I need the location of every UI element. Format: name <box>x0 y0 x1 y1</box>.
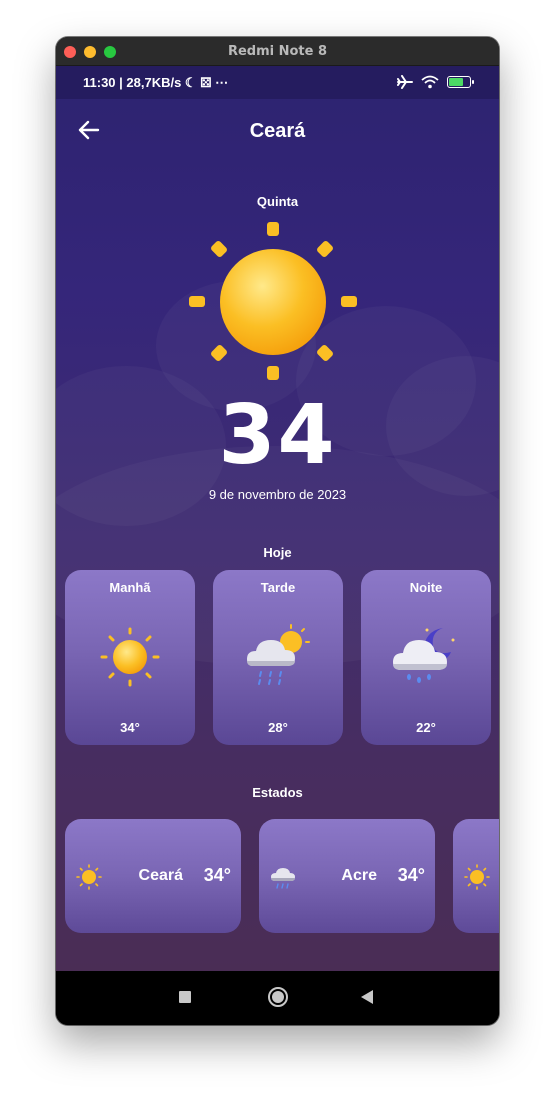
state-card-ceara[interactable]: Ceará 34° <box>65 819 241 933</box>
window-title: Redmi Note 8 <box>227 44 328 59</box>
period-card-afternoon[interactable]: Tarde 28° <box>213 570 343 745</box>
state-temperature: 34° <box>203 865 231 885</box>
wifi-icon <box>421 75 439 89</box>
state-temperature: 34° <box>397 865 425 885</box>
sun-icon <box>464 864 490 890</box>
day-of-week: Quinta <box>256 194 299 209</box>
home-circle-icon[interactable] <box>268 987 288 1007</box>
state-name: Ceará <box>138 867 183 884</box>
sun-cloud-rain-icon <box>247 624 310 685</box>
recents-square-icon[interactable] <box>179 991 191 1003</box>
states-section-title: Estados <box>252 785 303 800</box>
period-name: Manhã <box>109 580 151 595</box>
period-temperature: 22° <box>416 720 436 735</box>
app-screen: 11:30 | 28,7KB/s ☾ ⚄ ⋯ Ceará Quinta 34 9… <box>56 66 499 971</box>
status-icons <box>397 75 474 89</box>
battery-charging-icon <box>447 76 474 88</box>
period-name: Tarde <box>260 580 296 595</box>
period-name: Noite <box>409 580 443 595</box>
status-bar: 11:30 | 28,7KB/s ☾ ⚄ ⋯ <box>56 66 499 99</box>
device-window: Redmi Note 8 11:30 | 28,7KB/s ☾ ⚄ ⋯ Cear… <box>56 37 499 1025</box>
period-temperature: 34° <box>120 720 140 735</box>
airplane-icon <box>397 75 413 89</box>
period-card-night[interactable]: Noite 22° <box>361 570 491 745</box>
sun-icon <box>100 627 160 687</box>
android-navigation-bar <box>56 971 499 1025</box>
current-date: 9 de novembro de 2023 <box>208 487 347 502</box>
today-section-title: Hoje <box>263 545 292 560</box>
state-card-partial[interactable] <box>453 819 499 933</box>
moon-cloud-rain-icon <box>393 628 455 683</box>
window-titlebar: Redmi Note 8 <box>56 37 499 66</box>
state-name: Acre <box>341 867 377 884</box>
period-card-morning[interactable]: Manhã 34° <box>65 570 195 745</box>
state-card-acre[interactable]: Acre 34° <box>259 819 435 933</box>
current-temperature: 34 <box>218 388 337 483</box>
back-triangle-icon[interactable] <box>361 990 373 1004</box>
status-time-network: 11:30 | 28,7KB/s ☾ ⚄ ⋯ <box>83 75 229 90</box>
page-title: Ceará <box>249 120 306 142</box>
sun-icon <box>189 222 357 380</box>
period-temperature: 28° <box>268 720 288 735</box>
